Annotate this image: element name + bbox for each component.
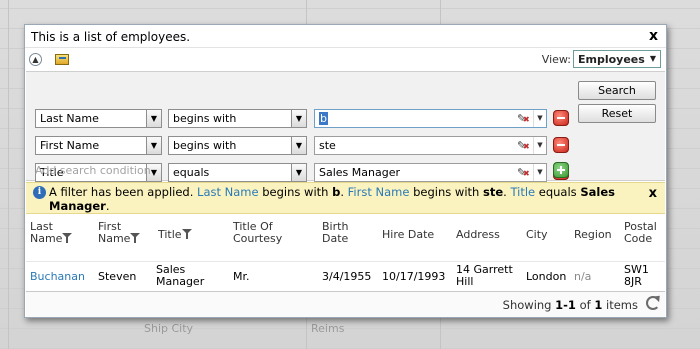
remove-condition-button[interactable] <box>553 110 569 126</box>
chevron-down-icon: ▼ <box>291 137 306 154</box>
paging-info: Showing 1-1 of 1 items <box>502 298 638 312</box>
condition-field-select[interactable]: First Name ▼ <box>35 136 162 155</box>
clear-value-icon[interactable] <box>517 139 531 152</box>
refresh-icon[interactable] <box>646 296 660 310</box>
chevron-down-icon[interactable]: ▼ <box>533 110 546 127</box>
column-header-postal-code[interactable]: Postal Code <box>624 221 657 245</box>
chevron-down-icon[interactable]: ▼ <box>533 164 546 181</box>
condition-field-value: Last Name <box>40 112 99 125</box>
notice-value: b <box>332 185 341 199</box>
clear-filter-button[interactable]: x <box>649 186 657 201</box>
cell-title: Sales Manager <box>156 263 205 288</box>
chevron-down-icon: ▼ <box>146 110 161 127</box>
column-header-title-of-courtesy[interactable]: Title Of Courtesy <box>233 221 282 245</box>
view-label: View: <box>541 53 571 66</box>
condition-operator-value: begins with <box>173 139 237 152</box>
new-record-icon[interactable] <box>55 54 69 65</box>
cell-region: n/a <box>574 270 592 283</box>
cell-birth-date: 3/4/1955 <box>322 270 372 283</box>
column-header-last-name[interactable]: Last Name <box>30 221 73 245</box>
cell-hire-date: 10/17/1993 <box>382 270 446 283</box>
column-header-city[interactable]: City <box>526 229 548 241</box>
table-row[interactable]: Buchanan Steven Sales Manager Mr. 3/4/195… <box>26 261 665 291</box>
condition-value-input[interactable]: Sales Manager ▼ <box>314 163 547 182</box>
chevron-down-icon: ▼ <box>649 54 656 63</box>
view-selected-value: Employees <box>578 53 645 66</box>
condition-operator-value: begins with <box>173 112 237 125</box>
condition-value-text: ste <box>319 139 336 152</box>
cell-last-name[interactable]: Buchanan <box>30 271 85 283</box>
filter-notice: i A filter has been applied. Last Name b… <box>26 182 665 214</box>
condition-field-value: First Name <box>40 139 100 152</box>
column-header-address[interactable]: Address <box>456 229 500 241</box>
add-search-condition-placeholder[interactable]: Add search condition <box>35 164 151 177</box>
cell-city: London <box>526 270 567 283</box>
clear-value-icon[interactable] <box>517 112 531 125</box>
column-header-hire-date[interactable]: Hire Date <box>382 229 434 241</box>
chevron-down-icon: ▼ <box>291 110 306 127</box>
notice-prefix: A filter has been applied. <box>49 185 194 199</box>
filter-icon[interactable] <box>130 233 141 243</box>
condition-value-text: Sales Manager <box>319 166 400 179</box>
toolbar: ▲ View: Employees ▼ <box>25 47 666 69</box>
popup-title: This is a list of employees. <box>31 30 191 44</box>
notice-operator: begins with <box>413 185 480 199</box>
condition-value-text: b <box>319 112 328 125</box>
grid-footer: Showing 1-1 of 1 items <box>26 291 665 317</box>
search-button[interactable]: Search <box>578 81 656 100</box>
condition-value-input[interactable]: b ▼ <box>314 109 547 128</box>
condition-operator-select[interactable]: equals ▼ <box>168 163 307 182</box>
add-condition-button[interactable] <box>553 162 569 178</box>
column-header-first-name[interactable]: First Name <box>98 221 141 245</box>
notice-field-link[interactable]: Last Name <box>197 185 259 199</box>
filter-description: A filter has been applied. Last Name beg… <box>49 185 615 213</box>
close-popup-button[interactable]: x <box>649 28 658 44</box>
cell-first-name: Steven <box>98 270 137 283</box>
chevron-down-icon: ▼ <box>146 137 161 154</box>
notice-field-link[interactable]: Title <box>510 185 535 199</box>
info-icon: i <box>33 186 46 199</box>
chevron-down-icon[interactable]: ▼ <box>533 137 546 154</box>
filter-icon[interactable] <box>181 229 192 239</box>
condition-operator-select[interactable]: begins with ▼ <box>168 136 307 155</box>
cell-postal-code: SW1 8JR <box>624 263 649 288</box>
grid-header: Last Name First Name Title Title Of Court… <box>26 221 665 261</box>
cell-address: 14 Garrett Hill <box>456 263 513 288</box>
remove-condition-button[interactable] <box>553 137 569 153</box>
background-label: Ship City <box>144 322 194 335</box>
cell-title-of-courtesy: Mr. <box>233 270 250 283</box>
background-divider <box>8 0 9 349</box>
condition-operator-select[interactable]: begins with ▼ <box>168 109 307 128</box>
notice-operator: begins with <box>262 185 329 199</box>
column-header-title[interactable]: Title <box>158 229 192 241</box>
notice-operator: equals <box>538 185 577 199</box>
employees-popup: This is a list of employees. x ▲ View: E… <box>24 24 667 318</box>
background-label: Reims <box>311 322 345 335</box>
filter-icon[interactable] <box>62 233 73 243</box>
notice-value: ste <box>482 185 504 199</box>
condition-operator-value: equals <box>173 166 210 179</box>
column-header-birth-date[interactable]: Birth Date <box>322 221 348 245</box>
condition-field-select[interactable]: Last Name ▼ <box>35 109 162 128</box>
reset-button[interactable]: Reset <box>578 104 656 123</box>
view-selector[interactable]: Employees ▼ <box>573 50 661 68</box>
collapse-search-icon[interactable]: ▲ <box>29 53 42 66</box>
notice-field-link[interactable]: First Name <box>348 185 410 199</box>
clear-value-icon[interactable] <box>517 166 531 179</box>
chevron-down-icon: ▼ <box>291 164 306 181</box>
condition-value-input[interactable]: ste ▼ <box>314 136 547 155</box>
column-header-region[interactable]: Region <box>574 229 612 241</box>
